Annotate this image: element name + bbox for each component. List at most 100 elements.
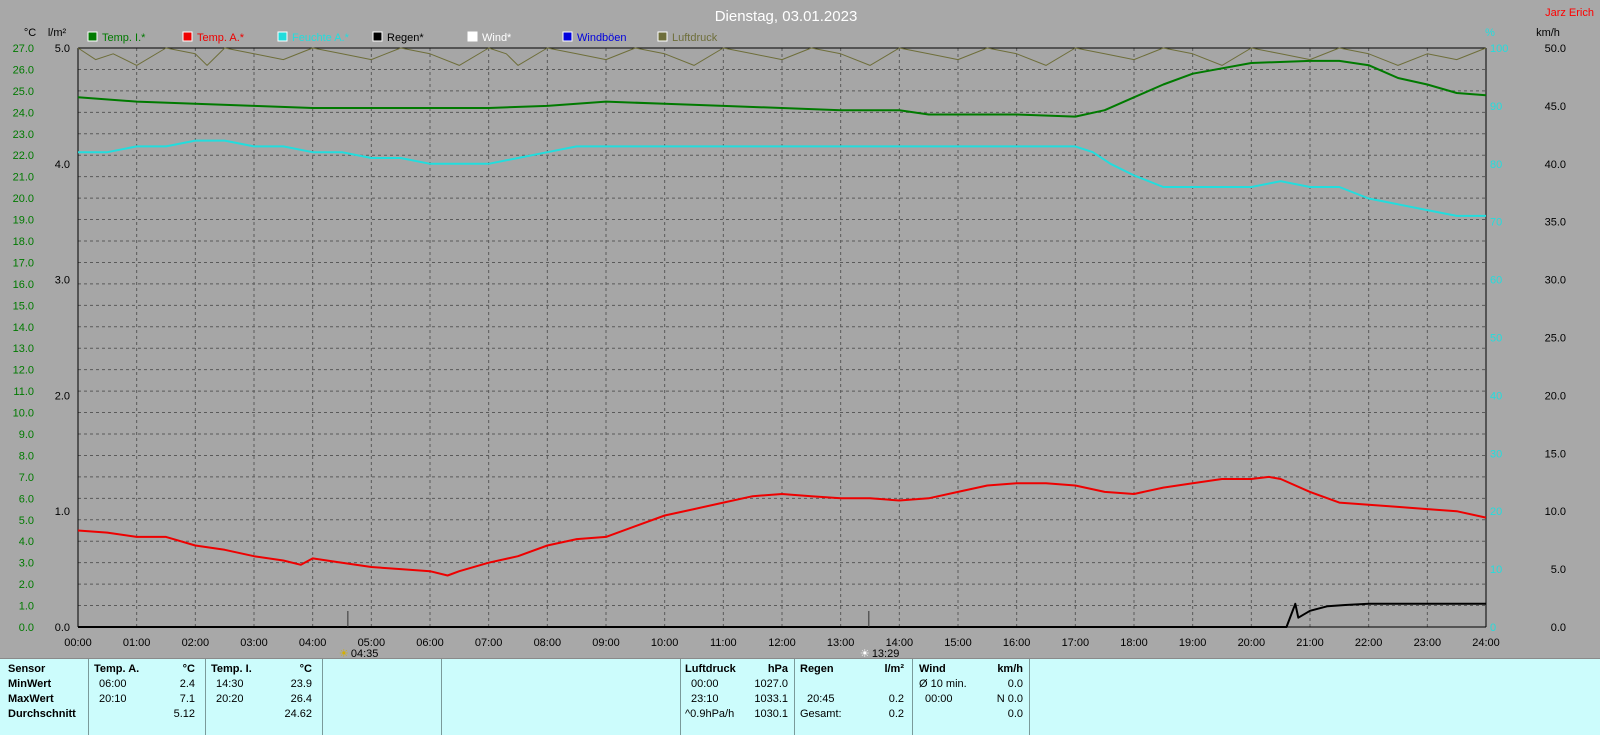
- wind-tick-label: 30.0: [1545, 275, 1566, 287]
- temp-i-min-time: 14:30: [216, 678, 244, 690]
- time-tick-label: 10:00: [651, 637, 679, 649]
- time-tick-label: 07:00: [475, 637, 503, 649]
- humidity-tick-label: 70: [1490, 217, 1502, 229]
- rain-header: Regen: [800, 663, 834, 675]
- humidity-unit-label: %: [1485, 27, 1495, 39]
- legend: Temp. I.* Temp. A.* Feuchte A.* Regen* Wind*…: [87, 31, 718, 44]
- time-tick-label: 03:00: [240, 637, 268, 649]
- legend-label: Temp. I.*: [102, 32, 146, 44]
- rain-max-time: 20:45: [807, 693, 835, 705]
- empty-column-2: [442, 659, 681, 735]
- time-tick-label: 04:00: [299, 637, 327, 649]
- time-tick-label: 09:00: [592, 637, 620, 649]
- time-tick-label: 11:00: [710, 637, 737, 649]
- wind-avg-value: 0.0: [1007, 678, 1023, 690]
- pressure-trend: ^0.9hPa/h: [685, 708, 735, 720]
- wind-tick-label: 5.0: [1551, 564, 1566, 576]
- legend-swatch: [182, 31, 193, 42]
- legend-swatch: [87, 31, 98, 42]
- time-tick-label: 18:00: [1120, 637, 1148, 649]
- wind-avg-label: Ø 10 min.: [919, 678, 967, 690]
- rain-column: Regen l/m² 20:45 0.2 Gesamt: 0.2: [795, 659, 913, 735]
- temp-tick-label: 10.0: [13, 408, 34, 420]
- temp-tick-label: 5.0: [19, 515, 34, 527]
- pressure-min-value: 1027.0: [754, 678, 788, 690]
- temp-a-max-value: 7.1: [179, 693, 195, 705]
- temp-i-column: Temp. I. °C 14:30 23.9 20:20 26.4 24.62: [206, 659, 323, 735]
- time-tick-label: 00:00: [64, 637, 92, 649]
- pressure-header: Luftdruck: [685, 663, 736, 675]
- rain-total-value: 0.2: [888, 708, 904, 720]
- pressure-unit: hPa: [767, 663, 788, 675]
- humidity-tick-label: 50: [1490, 333, 1502, 345]
- temp-tick-label: 0.0: [19, 622, 34, 634]
- rain-tick-label: 3.0: [55, 275, 70, 287]
- temp-tick-label: 26.0: [13, 64, 34, 76]
- humidity-tick-label: 0: [1490, 622, 1496, 634]
- temp-tick-label: 14.0: [13, 322, 34, 334]
- temp-a-avg-value: 5.12: [173, 708, 195, 720]
- rain-tick-label: 0.0: [55, 622, 70, 634]
- wind-total-value: 0.0: [1007, 708, 1023, 720]
- pressure-min-time: 00:00: [691, 678, 719, 690]
- temp-tick-label: 9.0: [19, 429, 34, 441]
- rain-max-value: 0.2: [888, 693, 904, 705]
- legend-label: Regen*: [387, 32, 424, 44]
- wind-tick-label: 0.0: [1551, 622, 1566, 634]
- rain-tick-label: 2.0: [55, 390, 70, 402]
- legend-swatch: [562, 31, 573, 42]
- humidity-tick-label: 30: [1490, 448, 1502, 460]
- wind-tick-label: 10.0: [1545, 506, 1566, 518]
- wind-tick-label: 35.0: [1545, 217, 1566, 229]
- pressure-max-time: 23:10: [691, 693, 719, 705]
- time-tick-label: 22:00: [1355, 637, 1383, 649]
- temp-tick-label: 7.0: [19, 472, 34, 484]
- time-tick-label: 19:00: [1179, 637, 1207, 649]
- wind-header: Wind: [919, 663, 946, 675]
- temp-tick-label: 16.0: [13, 279, 34, 291]
- time-tick-label: 24:00: [1472, 637, 1500, 649]
- temp-tick-label: 11.0: [13, 386, 34, 398]
- legend-swatch: [467, 31, 478, 42]
- temp-tick-label: 24.0: [13, 107, 34, 119]
- temp-tick-label: 25.0: [13, 86, 34, 98]
- rain-total-label: Gesamt:: [800, 708, 842, 720]
- temp-a-unit: °C: [182, 663, 195, 675]
- wind-column: Wind km/h Ø 10 min. 0.0 00:00 N 0.0 0.0: [913, 659, 1030, 735]
- wind-unit: km/h: [997, 663, 1023, 675]
- temp-tick-label: 27.0: [13, 43, 34, 55]
- temp-i-header: Temp. I.: [211, 663, 252, 675]
- time-tick-label: 15:00: [944, 637, 972, 649]
- sensor-header: Sensor: [8, 663, 46, 675]
- pressure-avg-value: 1030.1: [754, 708, 788, 720]
- temp-tick-label: 17.0: [13, 257, 34, 269]
- time-tick-label: 23:00: [1414, 637, 1442, 649]
- temp-tick-label: 15.0: [13, 300, 34, 312]
- rain-tick-label: 5.0: [55, 43, 70, 55]
- rain-tick-label: 4.0: [55, 159, 70, 171]
- wind-max-time: 00:00: [925, 693, 953, 705]
- rain-unit-label: l/m²: [48, 27, 67, 39]
- temp-i-min-value: 23.9: [290, 678, 312, 690]
- temp-tick-label: 3.0: [19, 558, 34, 570]
- rain-unit: l/m²: [884, 663, 904, 675]
- humidity-tick-label: 90: [1490, 101, 1502, 113]
- wind-tick-label: 25.0: [1545, 333, 1566, 345]
- humidity-tick-label: 100: [1490, 43, 1508, 55]
- humidity-tick-label: 80: [1490, 159, 1502, 171]
- author-label: Jarz Erich: [1545, 7, 1594, 19]
- temp-a-min-time: 06:00: [99, 678, 127, 690]
- temp-tick-label: 13.0: [13, 343, 34, 355]
- sun-event-time: 04:35: [351, 648, 379, 658]
- wind-tick-label: 50.0: [1545, 43, 1566, 55]
- humidity-tick-label: 20: [1490, 506, 1502, 518]
- humidity-tick-label: 60: [1490, 275, 1502, 287]
- sunset-icon: ☀: [860, 648, 870, 658]
- sensor-column: Sensor MinWert MaxWert Durchschnitt: [0, 659, 89, 735]
- legend-label: Temp. A.*: [197, 32, 245, 44]
- temp-tick-label: 2.0: [19, 579, 34, 591]
- min-label: MinWert: [8, 678, 52, 690]
- legend-swatch: [657, 31, 668, 42]
- temp-a-min-value: 2.4: [179, 678, 195, 690]
- time-tick-label: 08:00: [534, 637, 562, 649]
